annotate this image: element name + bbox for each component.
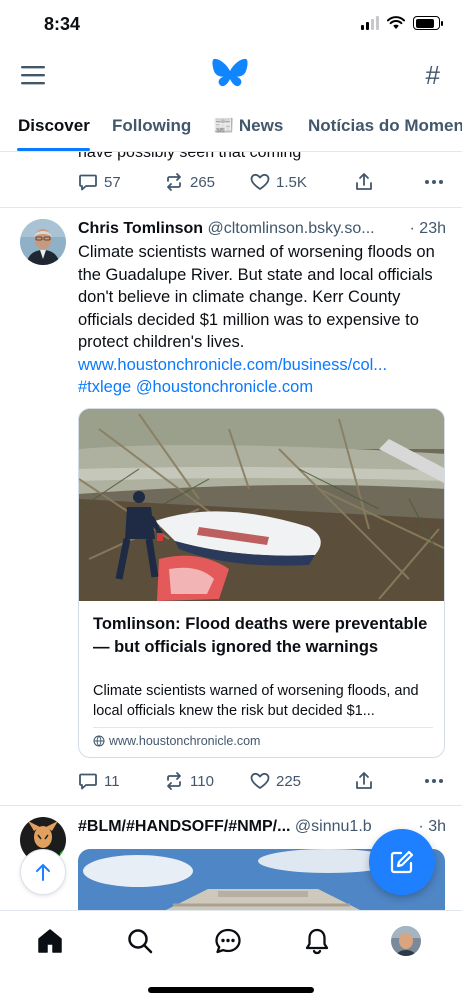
like-count: 1.5K — [276, 173, 307, 191]
card-title: Tomlinson: Flood deaths were preventable… — [93, 615, 428, 656]
battery-icon — [413, 16, 443, 30]
author-handle[interactable]: @sinnu1.b — [295, 818, 372, 835]
post-time: · 23h — [407, 220, 446, 238]
scroll-to-top-button[interactable] — [20, 849, 66, 895]
post-time: · 3h — [416, 818, 446, 836]
author-handle[interactable]: @cltomlinson.bsky.so... — [208, 220, 375, 237]
arrow-up-icon — [36, 864, 50, 881]
like-button[interactable]: 1.5K — [250, 172, 354, 192]
signal-icon — [361, 16, 379, 30]
compose-icon — [390, 850, 414, 874]
active-tab-indicator — [17, 148, 90, 151]
previous-post-actions: 57 265 1.5K — [78, 172, 444, 192]
repost-icon — [167, 173, 181, 191]
hash-icon[interactable]: # — [426, 60, 440, 91]
chat-icon[interactable] — [214, 927, 242, 955]
home-icon[interactable] — [36, 927, 64, 955]
tab-news[interactable]: 📰 News — [213, 116, 283, 136]
share-icon[interactable] — [354, 771, 374, 791]
globe-icon — [93, 735, 105, 747]
repost-count: 265 — [190, 173, 216, 191]
author-name[interactable]: #BLM/#HANDSOFF/#NMP/... — [78, 818, 290, 835]
post-divider — [0, 207, 462, 208]
reply-count: 57 — [104, 173, 121, 191]
repost-button[interactable]: 110 — [164, 771, 250, 791]
tab-noticias[interactable]: Notícias do Momen — [308, 116, 462, 136]
status-time: 8:34 — [44, 14, 81, 34]
heart-icon — [250, 772, 270, 789]
repost-button[interactable]: 265 — [164, 172, 250, 192]
status-bar: 8:34 — [0, 0, 462, 50]
more-options-icon[interactable] — [424, 778, 444, 784]
post-header: Chris Tomlinson @cltomlinson.bsky.so... — [78, 220, 446, 238]
card-image — [79, 409, 444, 601]
reply-icon — [79, 174, 97, 191]
card-domain: www.houstonchronicle.com — [93, 734, 260, 748]
bell-icon[interactable] — [303, 927, 331, 955]
post-body: Climate scientists warned of worsening f… — [78, 241, 448, 399]
author-name[interactable]: Chris Tomlinson — [78, 220, 203, 237]
butterfly-logo[interactable] — [212, 58, 248, 90]
reply-count: 11 — [104, 772, 120, 790]
search-icon[interactable] — [126, 927, 154, 955]
post-actions: 11 110 225 — [78, 771, 444, 791]
card-description: Climate scientists warned of worsening f… — [93, 683, 419, 719]
reply-button[interactable]: 11 — [78, 771, 164, 791]
tab-following[interactable]: Following — [112, 116, 191, 136]
app-header: # — [0, 50, 462, 100]
avatar[interactable] — [20, 219, 66, 265]
mention-link[interactable]: @houstonchronicle.com — [136, 378, 313, 396]
status-icons — [361, 16, 443, 30]
like-count: 225 — [276, 772, 302, 790]
card-domain-text: www.houstonchronicle.com — [109, 734, 261, 748]
hashtag-link[interactable]: #txlege — [78, 378, 131, 396]
previous-post-text: have possibly seen that coming — [78, 152, 302, 161]
bottom-navigation — [0, 910, 462, 1000]
tab-discover[interactable]: Discover — [18, 116, 90, 136]
home-indicator — [148, 987, 314, 993]
heart-icon — [250, 173, 270, 190]
like-button[interactable]: 225 — [250, 771, 354, 791]
repost-icon — [167, 772, 181, 790]
post-divider — [0, 805, 462, 806]
reply-button[interactable]: 57 — [78, 172, 164, 192]
wifi-icon — [387, 16, 405, 29]
post-text: Climate scientists warned of worsening f… — [78, 243, 435, 351]
feed[interactable]: have possibly seen that coming 57 265 1.… — [0, 152, 462, 910]
post-link[interactable]: www.houstonchronicle.com/business/col... — [78, 356, 387, 374]
link-card[interactable]: Tomlinson: Flood deaths were preventable… — [78, 408, 445, 758]
share-icon[interactable] — [354, 172, 374, 192]
reply-icon — [79, 773, 97, 790]
repost-count: 110 — [190, 772, 214, 790]
feed-tabs: Discover Following 📰 News Notícias do Mo… — [0, 104, 462, 152]
compose-button[interactable] — [369, 829, 435, 895]
card-separator — [93, 727, 433, 728]
hamburger-icon[interactable] — [20, 64, 46, 86]
profile-avatar[interactable] — [391, 926, 421, 956]
more-options-icon[interactable] — [424, 179, 444, 185]
